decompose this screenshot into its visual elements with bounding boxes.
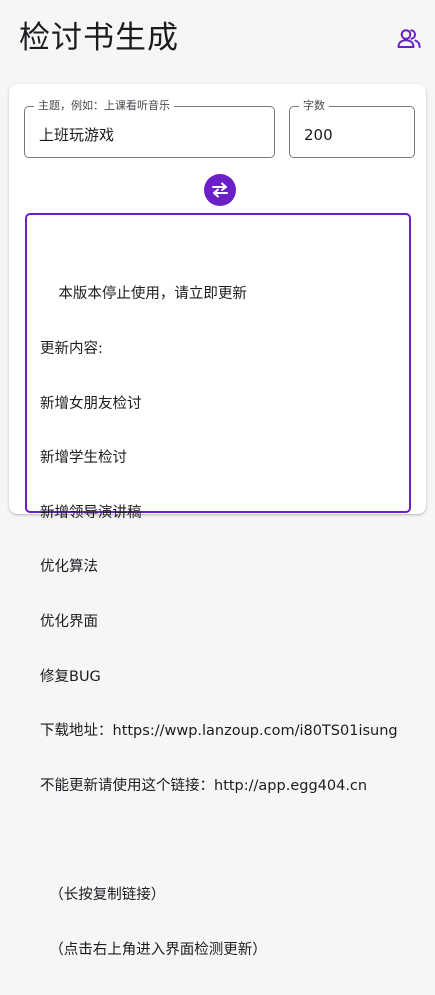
result-line: 新增女朋友检讨 (40, 395, 142, 412)
result-line: 不能更新请使用这个链接：http://app.egg404.cn (40, 777, 368, 794)
result-line: 更新内容: (40, 341, 103, 357)
result-line: 优化界面 (40, 613, 98, 630)
result-line: 下载地址：https://wwp.lanzoup.com/i80TS01isun… (40, 723, 398, 740)
result-line: 新增领导演讲稿 (40, 504, 142, 521)
word-count-input[interactable]: 字数 200 (289, 99, 415, 158)
result-textarea[interactable]: 本版本停止使用，请立即更新 更新内容: 新增女朋友检讨 新增学生检讨 新增领导演… (25, 213, 411, 958)
word-count-field-label: 字数 (299, 99, 329, 113)
result-line (40, 831, 410, 849)
result-text: 本版本停止使用，请立即更新 更新内容: 新增女朋友检讨 新增学生检讨 新增领导演… (40, 249, 410, 995)
topic-field-value: 上班玩游戏 (39, 126, 115, 144)
app-bar: 检讨书生成 (0, 0, 435, 76)
word-count-field-value: 200 (304, 126, 333, 144)
people-button[interactable] (393, 24, 425, 54)
result-line: 修复BUG (40, 668, 101, 685)
result-line: 本版本停止使用，请立即更新 (40, 286, 247, 303)
result-line: 新增学生检讨 (40, 450, 127, 467)
topic-input[interactable]: 主题，例如：上课看听音乐 上班玩游戏 (24, 99, 275, 158)
swap-arrows-icon (212, 182, 228, 198)
topic-field-label: 主题，例如：上课看听音乐 (34, 99, 174, 113)
result-line: （点击右上角进入界面检测更新） (40, 941, 267, 958)
result-line: （长按复制链接） (40, 886, 166, 903)
generate-swap-button[interactable] (204, 174, 236, 206)
page-title: 检讨书生成 (19, 20, 179, 56)
result-line: 优化算法 (40, 559, 98, 576)
people-group-icon (397, 29, 421, 48)
